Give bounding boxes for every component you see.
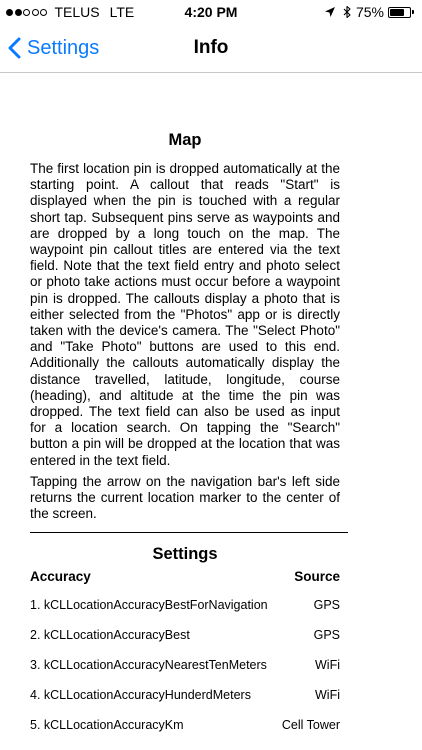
battery-tip — [412, 10, 414, 14]
back-button[interactable]: Settings — [8, 24, 99, 72]
settings-table-header: Accuracy Source — [30, 569, 340, 584]
source-cell: GPS — [313, 598, 340, 613]
battery-icon — [388, 6, 411, 18]
info-content: Map The first location pin is dropped au… — [30, 72, 348, 748]
source-cell: Cell Tower — [281, 718, 340, 733]
accuracy-cell: 1. kCLLocationAccuracyBestForNavigation — [30, 598, 268, 613]
map-description-paragraph: The first location pin is dropped automa… — [30, 161, 340, 468]
accuracy-column-header: Accuracy — [30, 569, 91, 585]
battery-percentage: 75% — [355, 4, 384, 20]
source-cell: GPS — [313, 628, 340, 643]
source-column-header: Source — [294, 569, 340, 585]
settings-section-title: Settings — [152, 545, 218, 564]
accuracy-cell: 2. kCLLocationAccuracyBest — [30, 628, 190, 643]
table-row: 1. kCLLocationAccuracyBestForNavigation … — [30, 598, 340, 628]
battery-fill — [390, 8, 405, 16]
settings-table: 1. kCLLocationAccuracyBestForNavigation … — [30, 598, 340, 748]
chevron-left-icon — [8, 37, 21, 59]
source-cell: WiFi — [315, 688, 340, 703]
map-section-title: Map — [168, 131, 202, 149]
table-row: 4. kCLLocationAccuracyHunderdMeters WiFi — [30, 688, 340, 718]
navigation-arrow-paragraph: Tapping the arrow on the navigation bar'… — [30, 473, 340, 522]
table-row: 2. kCLLocationAccuracyBest GPS — [30, 628, 340, 658]
divider — [30, 532, 348, 534]
source-cell: WiFi — [315, 658, 340, 673]
back-button-label: Settings — [27, 36, 100, 59]
accuracy-cell: 5. kCLLocationAccuracyKm — [30, 718, 184, 733]
status-bar: TELUS LTE 4:20 PM 75% — [0, 0, 422, 24]
table-row: 3. kCLLocationAccuracyNearestTenMeters W… — [30, 658, 340, 688]
accuracy-cell: 3. kCLLocationAccuracyNearestTenMeters — [30, 658, 267, 673]
table-row: 5. kCLLocationAccuracyKm Cell Tower — [30, 718, 340, 748]
bluetooth-icon — [343, 5, 351, 19]
accuracy-cell: 4. kCLLocationAccuracyHunderdMeters — [30, 688, 251, 703]
navigation-bar: Settings Info — [0, 24, 422, 73]
status-right: 75% — [324, 4, 414, 20]
location-arrow-icon — [324, 7, 335, 17]
